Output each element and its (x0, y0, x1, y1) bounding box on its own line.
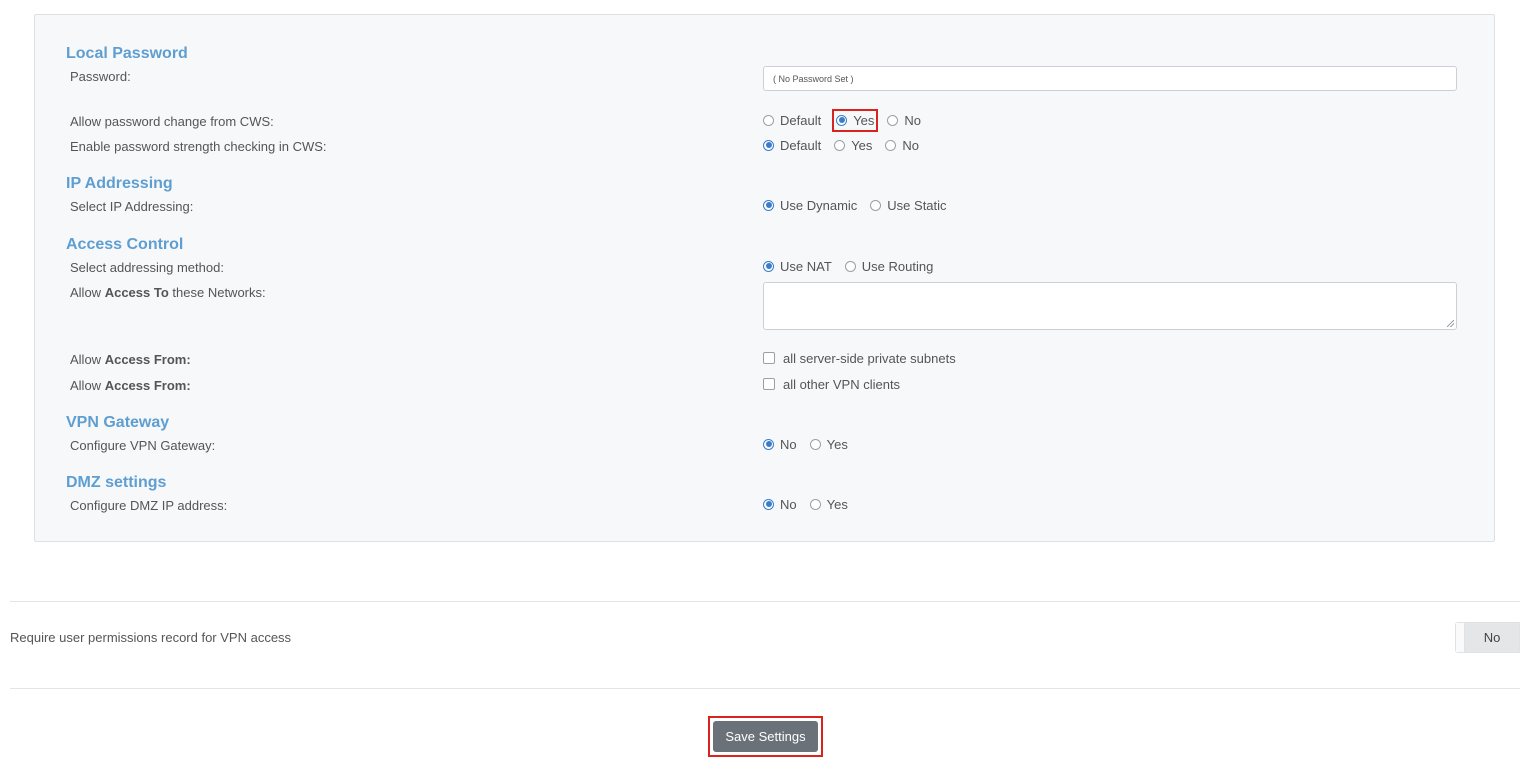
radio-button-selected[interactable] (763, 199, 774, 211)
access-from-label-2: Allow Access From: (70, 378, 191, 393)
radio-label: No (902, 137, 920, 153)
password-strength-radio-group: Default Yes No (763, 137, 932, 153)
allow-change-no-option[interactable]: No (887, 113, 921, 128)
radio-button[interactable] (870, 199, 882, 211)
dmz-radio-group: No Yes (763, 496, 861, 512)
radio-button-selected[interactable] (763, 498, 774, 510)
radio-label: No (904, 112, 922, 128)
radio-button[interactable] (844, 260, 856, 272)
toggle-knob[interactable] (1456, 623, 1465, 652)
addressing-method-label: Select addressing method: (70, 260, 224, 275)
require-permissions-label: Require user permissions record for VPN … (10, 630, 292, 645)
subnets-checkbox[interactable] (763, 352, 775, 364)
radio-label: Use Routing (861, 258, 934, 274)
radio-label: Use NAT (780, 258, 832, 274)
radio-label: Use Dynamic (780, 197, 858, 213)
access-control-title: Access Control (66, 236, 184, 253)
use-routing-option[interactable]: Use Routing (844, 258, 934, 274)
vpn-clients-checkbox[interactable] (763, 378, 775, 390)
dmz-settings-title: DMZ settings (66, 474, 167, 491)
configure-vpn-gateway-label: Configure VPN Gateway: (70, 438, 216, 453)
password-label: Password: (70, 69, 131, 84)
radio-label: Yes (853, 112, 875, 128)
dmz-no-option[interactable]: No (763, 497, 797, 512)
allow-change-default-option[interactable]: Default (763, 113, 821, 128)
radio-label: Yes (826, 496, 848, 512)
save-button-highlight: Save Settings (708, 716, 823, 757)
strength-yes-option[interactable]: Yes (834, 138, 872, 153)
radio-label: No (780, 496, 797, 512)
radio-label: Default (780, 137, 822, 153)
divider (10, 601, 1520, 602)
ip-addressing-radio-group: Use Dynamic Use Static (763, 197, 960, 213)
radio-button-selected[interactable] (763, 139, 774, 151)
resize-grip-icon[interactable] (1447, 320, 1454, 327)
use-static-option[interactable]: Use Static (870, 197, 947, 213)
strength-default-option[interactable]: Default (763, 138, 821, 153)
password-input-value: ( No Password Set ) (773, 73, 854, 84)
require-permissions-toggle[interactable]: No (1455, 622, 1520, 653)
vpn-gateway-no-option[interactable]: No (763, 437, 797, 452)
radio-label: Default (780, 112, 822, 128)
allow-change-yes-option[interactable]: Yes (832, 108, 879, 132)
divider (10, 688, 1520, 689)
configure-dmz-label: Configure DMZ IP address: (70, 498, 228, 513)
radio-label: Use Static (887, 197, 947, 213)
access-from-vpn-clients-checkbox-row[interactable]: all other VPN clients (763, 376, 900, 392)
radio-button[interactable] (763, 114, 774, 126)
select-ip-addressing-label: Select IP Addressing: (70, 199, 194, 214)
radio-label: No (780, 436, 797, 452)
vpn-gateway-yes-option[interactable]: Yes (809, 436, 848, 452)
radio-button[interactable] (809, 498, 821, 510)
toggle-value: No (1483, 630, 1501, 645)
checkbox-label: all other VPN clients (783, 376, 901, 392)
vpn-gateway-radio-group: No Yes (763, 436, 861, 452)
checkbox-label: all server-side private subnets (783, 350, 956, 366)
ip-addressing-title: IP Addressing (66, 175, 173, 192)
vpn-gateway-title: VPN Gateway (66, 414, 170, 431)
radio-button[interactable] (809, 438, 821, 450)
access-from-subnets-checkbox-row[interactable]: all server-side private subnets (763, 350, 956, 366)
radio-button-selected[interactable] (763, 438, 774, 450)
save-settings-button[interactable]: Save Settings (713, 721, 818, 752)
radio-button[interactable] (834, 139, 846, 151)
password-input[interactable]: ( No Password Set ) (763, 66, 1457, 91)
use-nat-option[interactable]: Use NAT (763, 259, 832, 274)
access-from-label-1: Allow Access From: (70, 352, 191, 367)
radio-button[interactable] (885, 139, 897, 151)
dmz-yes-option[interactable]: Yes (809, 496, 848, 512)
radio-label: Yes (851, 137, 873, 153)
allow-password-change-label: Allow password change from CWS: (70, 114, 274, 129)
radio-button[interactable] (887, 114, 899, 126)
addressing-method-radio-group: Use NAT Use Routing (763, 258, 946, 274)
user-settings-panel: Local Password Password: ( No Password S… (34, 14, 1495, 542)
allow-password-change-radio-group: Default Yes No (763, 108, 934, 132)
radio-button-selected[interactable] (836, 114, 848, 126)
local-password-title: Local Password (66, 45, 188, 62)
access-to-networks-label: Allow Access To these Networks: (70, 285, 266, 300)
use-dynamic-option[interactable]: Use Dynamic (763, 198, 857, 213)
password-strength-label: Enable password strength checking in CWS… (70, 139, 327, 154)
strength-no-option[interactable]: No (885, 138, 919, 153)
radio-button-selected[interactable] (763, 260, 774, 272)
access-to-networks-textarea[interactable] (763, 282, 1457, 330)
radio-label: Yes (826, 436, 848, 452)
